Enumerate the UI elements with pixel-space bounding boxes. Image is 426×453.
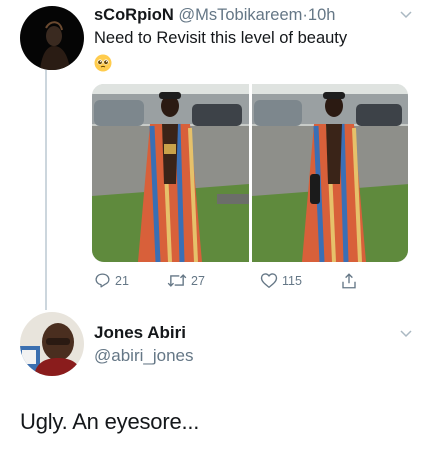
like-icon	[260, 273, 278, 288]
tweet-actions: 21 27 115	[92, 272, 392, 292]
author-name[interactable]: sCoRpioN	[94, 6, 174, 24]
retweet-icon	[167, 274, 187, 287]
tweet-text: Need to Revisit this level of beauty	[94, 29, 348, 47]
reply-count: 21	[115, 273, 129, 288]
reply-avatar[interactable]	[20, 312, 84, 376]
reply-text: Ugly. An eyesore...	[20, 409, 200, 434]
chevron-down-icon[interactable]	[400, 11, 412, 19]
reply-button[interactable]: 21	[94, 272, 129, 289]
reply-icon	[95, 273, 110, 288]
share-button[interactable]	[340, 272, 358, 290]
tweet-header: sCoRpioN @MsTobikareem·10h	[94, 5, 335, 25]
reply-author-name[interactable]: Jones Abiri	[94, 323, 186, 343]
thread-connector-line	[45, 70, 47, 310]
tweet-photo-1[interactable]	[92, 84, 249, 262]
like-button[interactable]: 115	[260, 272, 302, 289]
author-handle[interactable]: @MsTobikareem	[178, 6, 302, 24]
reply-author-handle[interactable]: @abiri_jones	[94, 346, 193, 366]
tweet-media[interactable]	[92, 84, 408, 262]
avatar[interactable]	[20, 6, 84, 70]
tweet-photo-2[interactable]	[251, 84, 408, 262]
tweet-time[interactable]: 10h	[308, 6, 336, 24]
retweet-button[interactable]: 27	[167, 272, 205, 289]
retweet-count: 27	[191, 273, 205, 288]
pleading-face-emoji	[94, 54, 112, 72]
chevron-down-icon[interactable]	[400, 330, 412, 338]
like-count: 115	[282, 273, 302, 288]
share-icon	[342, 273, 356, 289]
